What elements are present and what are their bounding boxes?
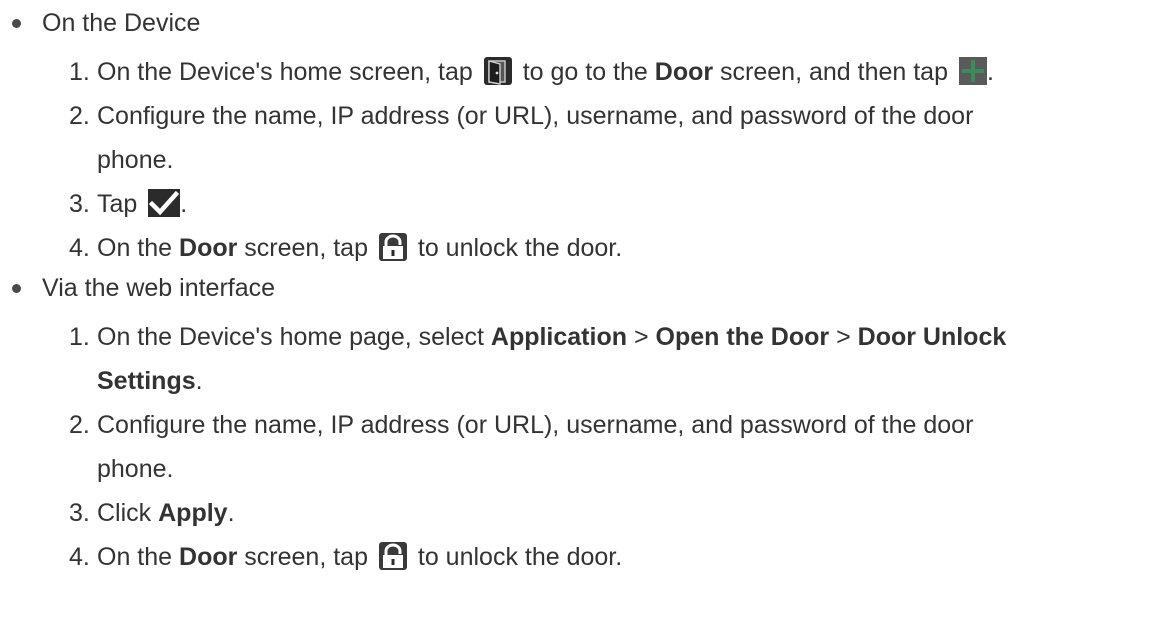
step-text: Click bbox=[97, 499, 152, 527]
step-text: to go to the bbox=[522, 58, 648, 86]
list-item: 2. Configure the name, IP address (or URL… bbox=[69, 94, 1159, 182]
step-bold-text: Settings bbox=[97, 367, 196, 395]
step-text: phone. bbox=[97, 146, 174, 174]
step-text: screen, tap bbox=[244, 543, 368, 571]
unlock-icon bbox=[378, 233, 407, 262]
step-text: . bbox=[986, 58, 994, 86]
step-text: to unlock the door. bbox=[417, 234, 623, 262]
step-text: phone. bbox=[97, 455, 174, 483]
step-bold-text: Door Unlock bbox=[857, 323, 1007, 351]
list-item: 4. On the Door screen, tap to unlock the … bbox=[69, 226, 1159, 270]
step-continuation: Settings. bbox=[69, 359, 1159, 403]
bullet-icon bbox=[12, 19, 21, 28]
step-number: 2. bbox=[69, 411, 90, 439]
step-text: screen, and then tap bbox=[720, 58, 948, 86]
step-number: 4. bbox=[69, 543, 90, 571]
list-item: 4. On the Door screen, tap to unlock the … bbox=[69, 535, 1159, 579]
step-number: 1. bbox=[69, 323, 90, 351]
step-text: screen, tap bbox=[244, 234, 368, 262]
step-text: Configure the name, IP address (or URL),… bbox=[97, 411, 974, 439]
step-bold-text: Door bbox=[179, 543, 238, 571]
step-text: On the Device's home page, select bbox=[97, 323, 484, 351]
step-number: 2. bbox=[69, 102, 90, 130]
step-number: 4. bbox=[69, 234, 90, 262]
section-title: Via the web interface bbox=[42, 274, 276, 302]
step-text: On the bbox=[97, 234, 173, 262]
step-bold-text: Application bbox=[490, 323, 627, 351]
step-number: 3. bbox=[69, 190, 90, 218]
step-text: . bbox=[195, 367, 203, 395]
checkmark-icon bbox=[148, 189, 181, 218]
list-item: 2. Configure the name, IP address (or URL… bbox=[69, 403, 1159, 491]
list-item: 3. Tap . bbox=[69, 182, 1159, 226]
step-text: > bbox=[633, 323, 649, 351]
unlock-icon bbox=[378, 542, 407, 571]
bullet-icon bbox=[12, 284, 21, 293]
list-item: 1. On the Device's home screen, tap to go… bbox=[69, 50, 1159, 94]
step-text: > bbox=[836, 323, 851, 351]
section-title: On the Device bbox=[42, 9, 201, 37]
step-number: 1. bbox=[69, 58, 90, 86]
step-text: to unlock the door. bbox=[417, 543, 623, 571]
instruction-document: On the Device 1. On the Device's home scr… bbox=[0, 0, 1172, 624]
step-text: Configure the name, IP address (or URL),… bbox=[97, 102, 974, 130]
step-text: On the bbox=[97, 543, 173, 571]
step-text: . bbox=[180, 190, 188, 218]
step-text: Tap bbox=[97, 190, 138, 218]
step-text: On the Device's home screen, tap bbox=[97, 58, 473, 86]
step-number: 3. bbox=[69, 499, 90, 527]
step-bold-text: Apply bbox=[158, 499, 228, 527]
door-icon bbox=[483, 57, 512, 86]
add-icon bbox=[958, 57, 987, 86]
step-bold-text: Door bbox=[179, 234, 238, 262]
step-text: . bbox=[227, 499, 235, 527]
step-bold-text: Door bbox=[654, 58, 714, 86]
list-item: 1. On the Device's home page, select Appl… bbox=[69, 315, 1159, 403]
list-item: 3. Click Apply. bbox=[69, 491, 1159, 535]
step-bold-text: Open the Door bbox=[655, 323, 830, 351]
